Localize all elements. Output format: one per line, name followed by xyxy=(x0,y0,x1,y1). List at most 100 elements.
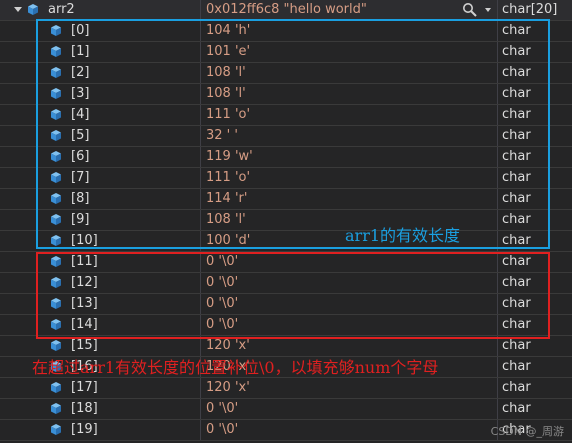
column-divider[interactable] xyxy=(497,294,498,314)
cube-icon xyxy=(51,298,61,309)
column-divider[interactable] xyxy=(497,231,498,251)
cube-icon xyxy=(51,214,61,225)
watch-row[interactable]: [1] 101 'e' char xyxy=(0,42,572,63)
column-divider[interactable] xyxy=(497,126,498,146)
column-divider[interactable] xyxy=(497,399,498,419)
column-divider[interactable] xyxy=(497,21,498,41)
element-index: [14] xyxy=(71,317,98,332)
element-value[interactable]: 120 'x' xyxy=(206,380,250,395)
search-icon[interactable] xyxy=(462,2,478,18)
column-divider[interactable] xyxy=(200,84,201,104)
cube-icon xyxy=(51,25,61,36)
column-divider[interactable] xyxy=(200,189,201,209)
watch-row-arr2[interactable]: arr2 0x012ff6c8 "hello world" char[20] xyxy=(0,0,572,21)
column-divider[interactable] xyxy=(200,105,201,125)
element-index: [9] xyxy=(71,212,90,227)
chevron-down-icon[interactable] xyxy=(485,8,491,12)
column-divider[interactable] xyxy=(200,0,201,20)
element-index: [7] xyxy=(71,170,90,185)
cube-icon xyxy=(51,277,61,288)
watch-row[interactable]: [7] 111 'o' char xyxy=(0,168,572,189)
watch-row[interactable]: [3] 108 'l' char xyxy=(0,84,572,105)
column-divider[interactable] xyxy=(497,189,498,209)
column-divider[interactable] xyxy=(200,168,201,188)
element-index: [3] xyxy=(71,86,90,101)
watch-row[interactable]: [17] 120 'x' char xyxy=(0,378,572,399)
column-divider[interactable] xyxy=(497,63,498,83)
watch-row[interactable]: [2] 108 'l' char xyxy=(0,63,572,84)
element-value[interactable]: 100 'd' xyxy=(206,233,250,248)
element-value[interactable]: 104 'h' xyxy=(206,23,250,38)
element-value[interactable]: 0 '\0' xyxy=(206,422,238,437)
element-value[interactable]: 111 'o' xyxy=(206,107,250,122)
column-divider[interactable] xyxy=(200,63,201,83)
column-divider[interactable] xyxy=(200,336,201,356)
column-divider[interactable] xyxy=(497,42,498,62)
element-index: [2] xyxy=(71,65,90,80)
column-divider[interactable] xyxy=(200,252,201,272)
column-divider[interactable] xyxy=(497,315,498,335)
column-divider[interactable] xyxy=(200,273,201,293)
element-value[interactable]: 119 'w' xyxy=(206,149,253,164)
element-value[interactable]: 0 '\0' xyxy=(206,317,238,332)
element-value[interactable]: 0 '\0' xyxy=(206,254,238,269)
element-index: [11] xyxy=(71,254,98,269)
column-divider[interactable] xyxy=(497,357,498,377)
column-divider[interactable] xyxy=(497,336,498,356)
watch-row[interactable]: [0] 104 'h' char xyxy=(0,21,572,42)
column-divider[interactable] xyxy=(200,126,201,146)
watch-row[interactable]: [4] 111 'o' char xyxy=(0,105,572,126)
column-divider[interactable] xyxy=(497,210,498,230)
column-divider[interactable] xyxy=(200,399,201,419)
element-index: [5] xyxy=(71,128,90,143)
watch-row[interactable]: [10] 100 'd' char xyxy=(0,231,572,252)
watch-row[interactable]: [11] 0 '\0' char xyxy=(0,252,572,273)
column-divider[interactable] xyxy=(200,42,201,62)
element-value[interactable]: 120 'x' xyxy=(206,338,250,353)
element-value[interactable]: 32 ' ' xyxy=(206,128,238,143)
element-type: char xyxy=(502,380,531,395)
column-divider[interactable] xyxy=(200,420,201,440)
element-value[interactable]: 0 '\0' xyxy=(206,275,238,290)
column-divider[interactable] xyxy=(497,252,498,272)
column-divider[interactable] xyxy=(497,378,498,398)
cube-icon xyxy=(51,319,61,330)
element-value[interactable]: 108 'l' xyxy=(206,65,246,80)
watch-row[interactable]: [5] 32 ' ' char xyxy=(0,126,572,147)
watch-row[interactable]: [12] 0 '\0' char xyxy=(0,273,572,294)
element-index: [1] xyxy=(71,44,90,59)
element-value[interactable]: 111 'o' xyxy=(206,170,250,185)
column-divider[interactable] xyxy=(200,21,201,41)
column-divider[interactable] xyxy=(200,315,201,335)
watch-row[interactable]: [13] 0 '\0' char xyxy=(0,294,572,315)
column-divider[interactable] xyxy=(497,84,498,104)
column-divider[interactable] xyxy=(200,294,201,314)
variable-name: arr2 xyxy=(48,2,75,17)
watch-row[interactable]: [19] 0 '\0' char xyxy=(0,420,572,441)
column-divider[interactable] xyxy=(200,147,201,167)
column-divider[interactable] xyxy=(497,0,498,20)
column-divider[interactable] xyxy=(497,168,498,188)
element-value[interactable]: 114 'r' xyxy=(206,191,247,206)
watch-row[interactable]: [6] 119 'w' char xyxy=(0,147,572,168)
watch-row[interactable]: [8] 114 'r' char xyxy=(0,189,572,210)
watch-row[interactable]: [18] 0 '\0' char xyxy=(0,399,572,420)
column-divider[interactable] xyxy=(200,378,201,398)
column-divider[interactable] xyxy=(200,210,201,230)
variable-value[interactable]: 0x012ff6c8 "hello world" xyxy=(206,2,367,17)
column-divider[interactable] xyxy=(497,273,498,293)
column-divider[interactable] xyxy=(497,147,498,167)
element-value[interactable]: 101 'e' xyxy=(206,44,250,59)
column-divider[interactable] xyxy=(497,105,498,125)
element-value[interactable]: 108 'l' xyxy=(206,86,246,101)
watch-row[interactable]: [14] 0 '\0' char xyxy=(0,315,572,336)
watch-row[interactable]: [9] 108 'l' char xyxy=(0,210,572,231)
element-value[interactable]: 108 'l' xyxy=(206,212,246,227)
element-type: char xyxy=(502,107,531,122)
column-divider[interactable] xyxy=(200,231,201,251)
expander-icon[interactable] xyxy=(14,7,22,12)
element-value[interactable]: 0 '\0' xyxy=(206,401,238,416)
element-type: char xyxy=(502,401,531,416)
cube-icon xyxy=(51,88,61,99)
element-value[interactable]: 0 '\0' xyxy=(206,296,238,311)
